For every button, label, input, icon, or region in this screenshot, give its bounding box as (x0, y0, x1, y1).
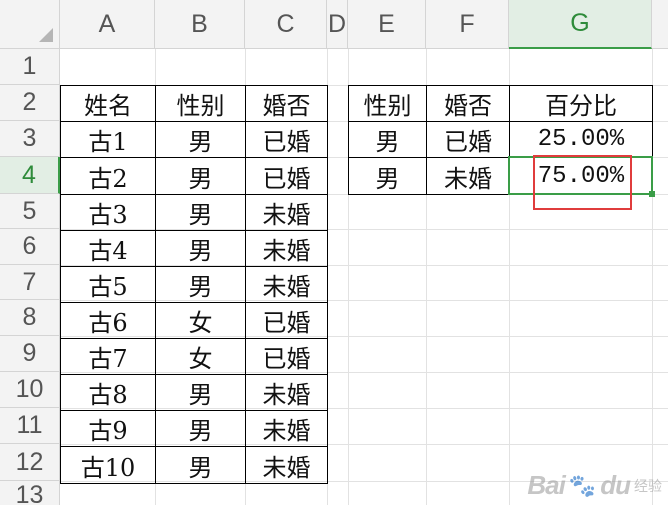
row-header-3[interactable]: 3 (0, 121, 60, 157)
cell-name[interactable]: 古5 (60, 266, 156, 303)
cell-gender[interactable]: 男 (155, 230, 246, 267)
watermark-suffix: du (600, 470, 631, 500)
column-header-b[interactable]: B (155, 0, 245, 49)
column-header-a[interactable]: A (60, 0, 155, 49)
row-header-13[interactable]: 13 (0, 481, 60, 509)
row-header-12[interactable]: 12 (0, 444, 60, 481)
name-gender-marital-table: 姓名 性别 婚否 古1 男已婚 古2 男已婚 古3 男未婚 古4 男未婚 古5 男未婚 古… (60, 85, 328, 484)
header-cell-marital[interactable]: 婚否 (245, 85, 328, 122)
column-header-d[interactable]: D (327, 0, 348, 49)
cell-gender[interactable]: 男 (155, 410, 246, 447)
row-header-5[interactable]: 5 (0, 194, 60, 229)
cell-gender[interactable]: 男 (348, 121, 427, 158)
cell-gender[interactable]: 女 (155, 302, 246, 339)
paw-icon: 🐾 (568, 472, 597, 498)
cell-gender[interactable]: 男 (155, 374, 246, 411)
baidu-watermark: Bai 🐾 du 经验 (527, 470, 662, 501)
row-header-7[interactable]: 7 (0, 265, 60, 300)
cell-marital[interactable]: 已婚 (245, 157, 328, 195)
cell-name[interactable]: 古2 (60, 157, 156, 195)
cell-marital[interactable]: 未婚 (245, 410, 328, 447)
column-header-e[interactable]: E (348, 0, 426, 49)
cell-name[interactable]: 古7 (60, 338, 156, 375)
column-header-c[interactable]: C (245, 0, 327, 49)
cell-name[interactable]: 古10 (60, 446, 156, 484)
cell-marital[interactable]: 已婚 (245, 121, 328, 158)
spreadsheet-grid[interactable]: A B C D E F G 1 2 3 4 5 6 7 8 9 10 11 12… (0, 0, 668, 509)
cell-marital[interactable]: 未婚 (426, 157, 510, 195)
header-cell-marital[interactable]: 婚否 (426, 85, 510, 122)
cell-name[interactable]: 古4 (60, 230, 156, 267)
cell-marital[interactable]: 未婚 (245, 194, 328, 231)
watermark-brand: Bai (527, 470, 565, 500)
select-all-icon (39, 28, 53, 42)
row-header-2[interactable]: 2 (0, 85, 60, 121)
cell-name[interactable]: 古3 (60, 194, 156, 231)
cell-marital[interactable]: 已婚 (426, 121, 510, 158)
header-cell-gender[interactable]: 性别 (155, 85, 246, 122)
column-header-overflow (652, 0, 668, 49)
row-header-11[interactable]: 11 (0, 408, 60, 444)
cell-gender[interactable]: 男 (155, 194, 246, 231)
cell-gender[interactable]: 男 (348, 157, 427, 195)
header-cell-gender[interactable]: 性别 (348, 85, 427, 122)
row-header-4[interactable]: 4 (0, 157, 60, 194)
cell-marital[interactable]: 已婚 (245, 338, 328, 375)
cell-marital[interactable]: 未婚 (245, 446, 328, 484)
cell-marital[interactable]: 已婚 (245, 302, 328, 339)
fill-handle[interactable] (649, 191, 655, 197)
cell-name[interactable]: 古8 (60, 374, 156, 411)
row-header-1[interactable]: 1 (0, 49, 60, 85)
cell-name[interactable]: 古9 (60, 410, 156, 447)
header-cell-name[interactable]: 姓名 (60, 85, 156, 122)
select-all-corner[interactable] (0, 0, 60, 49)
cell-name[interactable]: 古1 (60, 121, 156, 158)
cell-marital[interactable]: 未婚 (245, 230, 328, 267)
row-header-10[interactable]: 10 (0, 372, 60, 408)
cell-name[interactable]: 古6 (60, 302, 156, 339)
row-header-9[interactable]: 9 (0, 336, 60, 372)
cell-percentage[interactable]: 25.00% (509, 121, 653, 158)
cell-gender[interactable]: 男 (155, 121, 246, 158)
row-header-6[interactable]: 6 (0, 229, 60, 265)
column-header-f[interactable]: F (426, 0, 509, 49)
header-cell-percentage[interactable]: 百分比 (509, 85, 653, 122)
cell-gender[interactable]: 男 (155, 157, 246, 195)
cell-gender[interactable]: 男 (155, 446, 246, 484)
cell-gender[interactable]: 女 (155, 338, 246, 375)
watermark-tag: 经验 (634, 477, 662, 494)
percentage-summary-table: 性别 婚否 百分比 男 已婚 25.00% 男 未婚 75.00% (348, 85, 653, 195)
cell-marital[interactable]: 未婚 (245, 266, 328, 303)
row-header-8[interactable]: 8 (0, 300, 60, 336)
cell-marital[interactable]: 未婚 (245, 374, 328, 411)
column-header-g[interactable]: G (509, 0, 652, 49)
cell-gender[interactable]: 男 (155, 266, 246, 303)
cell-percentage-selected[interactable]: 75.00% (509, 157, 653, 195)
